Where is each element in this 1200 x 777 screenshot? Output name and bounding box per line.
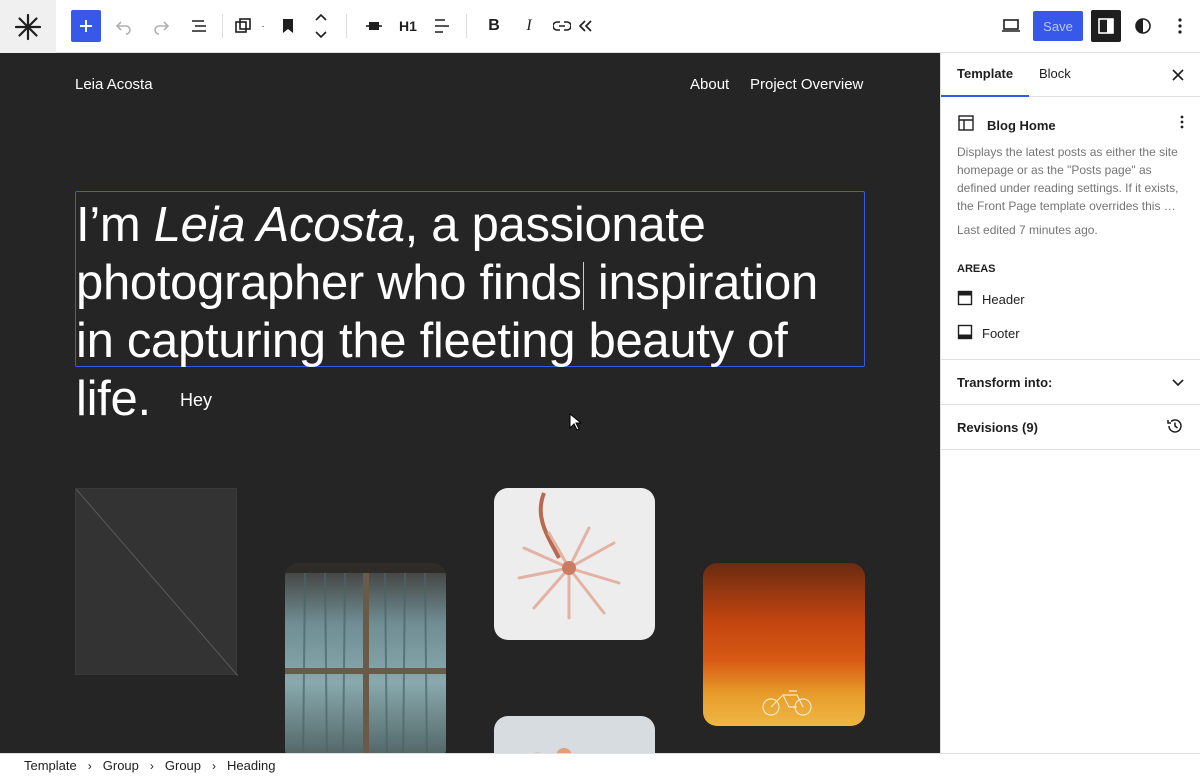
site-logo-icon[interactable] bbox=[0, 0, 56, 53]
save-button[interactable]: Save bbox=[1033, 11, 1083, 41]
template-name: Blog Home bbox=[987, 117, 1056, 133]
chevron-right-icon: › bbox=[149, 758, 154, 773]
text-align-icon[interactable] bbox=[428, 10, 456, 42]
device-preview-icon[interactable] bbox=[997, 10, 1025, 42]
template-card: Blog Home Displays the latest posts as e… bbox=[941, 97, 1200, 360]
breadcrumb-heading[interactable]: Heading bbox=[227, 758, 275, 773]
chevron-right-icon: › bbox=[212, 758, 217, 773]
flower-photo[interactable] bbox=[494, 488, 655, 640]
align-center-icon[interactable] bbox=[360, 10, 388, 42]
breadcrumb-group[interactable]: Group bbox=[103, 758, 139, 773]
last-edited-text: Last edited 7 minutes ago. bbox=[957, 223, 1098, 237]
undo-icon[interactable] bbox=[110, 10, 138, 42]
editor-canvas[interactable]: Leia Acosta About Project Overview I’m L… bbox=[0, 53, 940, 753]
chevron-down-icon bbox=[1172, 375, 1184, 390]
site-title[interactable]: Leia Acosta bbox=[75, 76, 153, 93]
redo-icon[interactable] bbox=[147, 10, 175, 42]
settings-sidebar: Template Block Blog Home Displays the la… bbox=[940, 53, 1200, 753]
image-placeholder[interactable] bbox=[75, 488, 238, 676]
header-area-icon bbox=[957, 290, 973, 309]
add-block-button[interactable] bbox=[71, 10, 101, 42]
collapse-toolbar-icon[interactable] bbox=[574, 10, 596, 42]
styles-icon[interactable] bbox=[1129, 10, 1157, 42]
breadcrumb-template[interactable]: Template bbox=[24, 758, 77, 773]
editor-toolbar: · H1 B I Save bbox=[0, 0, 1200, 53]
text-caret bbox=[582, 262, 584, 311]
close-icon[interactable] bbox=[1168, 65, 1188, 85]
link-icon[interactable] bbox=[550, 10, 574, 42]
heading-block[interactable]: I’m Leia Acosta, a passionate photograph… bbox=[75, 191, 865, 426]
more-dot-icon[interactable]: · bbox=[258, 10, 268, 42]
bookmark-icon[interactable] bbox=[276, 10, 300, 42]
italic-button[interactable]: I bbox=[517, 10, 541, 42]
template-description: Displays the latest posts as either the … bbox=[957, 145, 1179, 213]
sidebar-tabs: Template Block bbox=[941, 53, 1200, 97]
settings-sidebar-icon[interactable] bbox=[1091, 10, 1121, 42]
orange-wall-bicycle-photo[interactable] bbox=[703, 563, 865, 726]
area-footer[interactable]: Footer bbox=[957, 323, 1184, 343]
document-overview-icon[interactable] bbox=[185, 10, 213, 42]
hand-photo[interactable] bbox=[494, 716, 655, 753]
mouse-pointer-icon bbox=[569, 412, 583, 436]
copy-block-icon[interactable] bbox=[230, 10, 256, 42]
tab-block[interactable]: Block bbox=[1023, 53, 1087, 97]
heading-level-button[interactable]: H1 bbox=[394, 10, 422, 42]
revisions-label: Revisions (9) bbox=[957, 419, 1038, 435]
tab-template[interactable]: Template bbox=[941, 53, 1030, 97]
curtain-photo[interactable] bbox=[285, 563, 446, 753]
area-header[interactable]: Header bbox=[957, 289, 1184, 309]
template-actions-icon[interactable] bbox=[1180, 115, 1184, 134]
block-breadcrumb: Template › Group › Group › Heading bbox=[0, 753, 1200, 777]
nav-link-about[interactable]: About bbox=[690, 76, 729, 93]
nav-link-project-overview[interactable]: Project Overview bbox=[750, 76, 863, 93]
move-up-down-icon[interactable] bbox=[308, 10, 334, 42]
layout-icon bbox=[957, 114, 975, 137]
chevron-right-icon: › bbox=[87, 758, 92, 773]
hey-text[interactable]: Hey bbox=[180, 390, 212, 411]
revisions-panel[interactable]: Revisions (9) bbox=[941, 405, 1200, 450]
areas-heading: AREAS bbox=[957, 263, 996, 275]
breadcrumb-group[interactable]: Group bbox=[165, 758, 201, 773]
history-icon bbox=[1166, 417, 1184, 438]
bold-button[interactable]: B bbox=[482, 10, 506, 42]
transform-into-panel[interactable]: Transform into: bbox=[941, 360, 1200, 405]
footer-area-icon bbox=[957, 324, 973, 343]
options-icon[interactable] bbox=[1168, 10, 1192, 42]
transform-label: Transform into: bbox=[957, 374, 1053, 390]
